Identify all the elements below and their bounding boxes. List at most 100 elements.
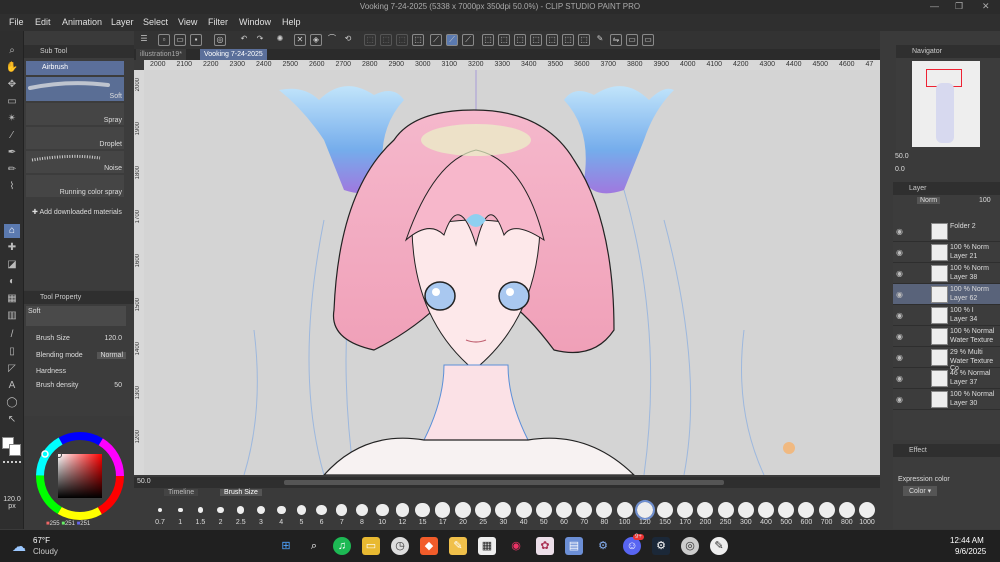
tab-brush-size[interactable]: Brush Size	[220, 489, 262, 496]
figure-tool-icon[interactable]: /	[4, 328, 20, 342]
brush-running-color-spray[interactable]: Running color spray	[26, 175, 124, 197]
clear-icon[interactable]: ✕	[294, 34, 306, 46]
brush-size-preset[interactable]	[257, 506, 265, 514]
clock-app-icon[interactable]: ◷	[391, 537, 409, 555]
invert-selection-icon[interactable]: ⬚	[396, 34, 408, 46]
layer-row[interactable]: ◉ 100 % Norm Layer 38	[893, 263, 1000, 284]
redo-icon[interactable]: ↷	[254, 34, 266, 46]
close-icon[interactable]: ✕	[982, 1, 990, 12]
eye-icon[interactable]: ◉	[896, 269, 903, 278]
balloon-tool-icon[interactable]: ◯	[4, 396, 20, 410]
brush-size-value[interactable]: 120.0	[104, 335, 122, 342]
spotify-icon[interactable]: ♫	[333, 537, 351, 555]
notes-icon[interactable]: ✎	[449, 537, 467, 555]
brush-size-preset[interactable]	[455, 502, 471, 518]
osu-icon[interactable]: ◉	[507, 537, 525, 555]
snap-grid-icon[interactable]: ⟋	[462, 34, 474, 46]
save-icon[interactable]: ▪	[190, 34, 202, 46]
clip-studio-icon[interactable]: ◎	[214, 34, 226, 46]
brush-size-preset[interactable]	[556, 502, 572, 518]
brush-size-preset[interactable]	[336, 504, 348, 516]
brush-size-preset[interactable]	[177, 507, 183, 513]
eye-icon[interactable]: ◉	[896, 332, 903, 341]
subtool-group-airbrush[interactable]: Airbrush	[26, 61, 124, 75]
hardness-row[interactable]: Hardness	[36, 368, 130, 375]
layer-row[interactable]: ◉ 100 % Norm Layer 62	[893, 284, 1000, 305]
maximize-icon[interactable]: ❐	[955, 1, 963, 12]
blending-mode-select[interactable]: Normal	[97, 352, 126, 359]
layer-row[interactable]: ◉ 100 % Normal Layer 30	[893, 389, 1000, 410]
brush-density-row[interactable]: Brush density 50	[36, 382, 130, 389]
brush-soft[interactable]: Soft	[26, 77, 124, 101]
minecraft-icon[interactable]: ▦	[478, 537, 496, 555]
brush-size-preset[interactable]	[657, 502, 673, 518]
canvas[interactable]	[144, 70, 880, 475]
calculator-icon[interactable]: ▤	[565, 537, 583, 555]
quick-mask-icon[interactable]: ⬚	[578, 34, 590, 46]
move-tool-icon[interactable]: ✥	[4, 78, 20, 92]
brush-size-preset[interactable]	[758, 502, 774, 518]
lasso-icon[interactable]: ⌒	[326, 34, 338, 46]
clip-studio-taskbar-icon[interactable]: ◎	[681, 537, 699, 555]
brush-noise[interactable]: Noise	[26, 151, 124, 173]
menu-layer[interactable]: Layer	[111, 17, 134, 27]
deselect-icon[interactable]: ⬚	[380, 34, 392, 46]
eyedropper-icon[interactable]: ⁄	[4, 129, 20, 143]
blend-tool-icon[interactable]: ◐	[4, 275, 20, 289]
brush-size-preset[interactable]	[576, 502, 593, 518]
weather-icon[interactable]: ☁	[12, 538, 26, 555]
menu-filter[interactable]: Filter	[208, 17, 228, 27]
tab-illustration19[interactable]: illustration19*	[136, 49, 187, 60]
menu-help[interactable]: Help	[282, 17, 301, 27]
pencil-tool-icon[interactable]: ✏	[4, 163, 20, 177]
menu-window[interactable]: Window	[239, 17, 271, 27]
menu-edit[interactable]: Edit	[35, 17, 51, 27]
snap-ruler-icon[interactable]: ⟋	[430, 34, 442, 46]
open-file-icon[interactable]: ▭	[174, 34, 186, 46]
snap-special-ruler-icon[interactable]: ⟋	[446, 34, 458, 46]
brush-size-preset[interactable]	[616, 502, 633, 518]
flip-icon[interactable]: ⇋	[610, 34, 622, 46]
brush-droplet[interactable]: Droplet	[26, 127, 124, 149]
horizontal-scrollbar[interactable]	[284, 480, 724, 485]
brave-icon[interactable]: ◆	[420, 537, 438, 555]
decoration-tool-icon[interactable]: ✚	[4, 241, 20, 255]
brush-size-preset[interactable]	[677, 502, 694, 518]
brush-size-preset[interactable]	[717, 502, 734, 518]
brush-size-preset[interactable]	[737, 502, 754, 518]
new-file-icon[interactable]: ▫	[158, 34, 170, 46]
tab-timeline[interactable]: Timeline	[164, 489, 199, 496]
brush-size-preset[interactable]	[395, 503, 410, 517]
blending-mode-row[interactable]: Blending mode Normal	[36, 352, 130, 359]
zoom-tool-icon[interactable]: ⌕	[4, 44, 20, 58]
layer-row[interactable]: ◉ 100 % I Layer 34	[893, 305, 1000, 326]
brush-spray[interactable]: Spray	[26, 103, 124, 125]
eye-icon[interactable]: ◉	[896, 395, 903, 404]
clock-time[interactable]: 12:44 AM	[950, 536, 984, 545]
brush-tool-icon[interactable]: ⌇	[4, 180, 20, 194]
menu-view[interactable]: View	[178, 17, 197, 27]
layer-opacity-value[interactable]: 100	[979, 197, 991, 204]
weather-condition[interactable]: Cloudy	[33, 547, 58, 556]
tab-vooking[interactable]: Vooking 7-24-2025	[200, 49, 267, 60]
minimize-icon[interactable]: —	[930, 1, 939, 11]
eye-icon[interactable]: ◉	[896, 374, 903, 383]
layer-row[interactable]: ◉ 46 % Normal Layer 37	[893, 368, 1000, 389]
brush-size-preset[interactable]	[798, 502, 815, 518]
transparent-color-icon[interactable]	[3, 461, 21, 464]
menu-animation[interactable]: Animation	[62, 17, 102, 27]
clock-date[interactable]: 9/6/2025	[955, 547, 986, 556]
brush-size-preset[interactable]	[276, 505, 286, 515]
brush-size-preset[interactable]	[237, 506, 245, 514]
pen-tool-icon[interactable]: ✒	[4, 146, 20, 160]
brush-size-preset[interactable]	[818, 502, 835, 518]
navigator-zoom-value[interactable]: 50.0	[895, 153, 909, 160]
eye-icon[interactable]: ◉	[896, 353, 903, 362]
eye-icon[interactable]: ◉	[896, 290, 903, 299]
fill-tool-icon[interactable]: ▦	[4, 292, 20, 306]
brush-size-preset[interactable]	[475, 502, 492, 518]
weather-temp[interactable]: 67°F	[33, 536, 50, 545]
clip-studio-paint-icon[interactable]: ✎	[710, 537, 728, 555]
navigator-angle-value[interactable]: 0.0	[895, 166, 905, 173]
brush-size-preset[interactable]	[697, 502, 714, 518]
